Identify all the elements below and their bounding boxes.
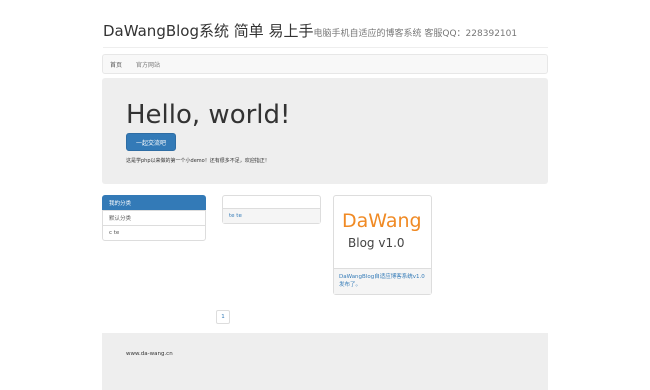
release-thumbnail: DaWang Blog v1.0 DaWangBlog自适应博客系统v1.0发布…	[333, 195, 432, 295]
navbar: 首页 官方网站	[102, 54, 548, 74]
jumbotron-description: 这是学php以来做的第一个小demo！还有很多不足，欢迎指正！	[126, 158, 270, 164]
site-title: DaWangBlog系统 简单 易上手	[103, 22, 314, 40]
logo-line-2: Blog v1.0	[348, 236, 405, 250]
site-subtitle: 电脑手机自适应的博客系统 客服QQ：228392101	[313, 29, 518, 39]
category-list: 我的分类 默认分类 c te	[102, 195, 206, 241]
category-item-mine[interactable]: 我的分类	[102, 195, 206, 211]
category-item-default[interactable]: 默认分类	[102, 210, 206, 226]
dawang-blog-logo: DaWang Blog v1.0	[334, 196, 431, 268]
post-link[interactable]: te te	[223, 208, 320, 223]
category-item-cte[interactable]: c te	[102, 225, 206, 241]
site-footer: www.da-wang.cn	[102, 333, 548, 390]
join-discussion-button[interactable]: 一起交流吧	[126, 133, 176, 151]
release-caption-link[interactable]: DaWangBlog自适应博客系统v1.0发布了。	[334, 268, 431, 294]
post-panel-body	[223, 196, 320, 208]
header-divider	[103, 47, 548, 48]
post-panel: te te	[222, 195, 321, 224]
logo-line-1: DaWang	[342, 210, 422, 232]
jumbotron: Hello, world! 一起交流吧 这是学php以来做的第一个小demo！还…	[102, 78, 548, 184]
pagination-page-1[interactable]: 1	[216, 310, 230, 324]
footer-text: www.da-wang.cn	[126, 351, 173, 357]
site-header: DaWangBlog系统 简单 易上手电脑手机自适应的博客系统 客服QQ：228…	[103, 20, 548, 41]
nav-item-home[interactable]: 首页	[103, 60, 129, 69]
nav-item-official-site[interactable]: 官方网站	[129, 60, 167, 69]
jumbotron-heading: Hello, world!	[126, 100, 291, 130]
